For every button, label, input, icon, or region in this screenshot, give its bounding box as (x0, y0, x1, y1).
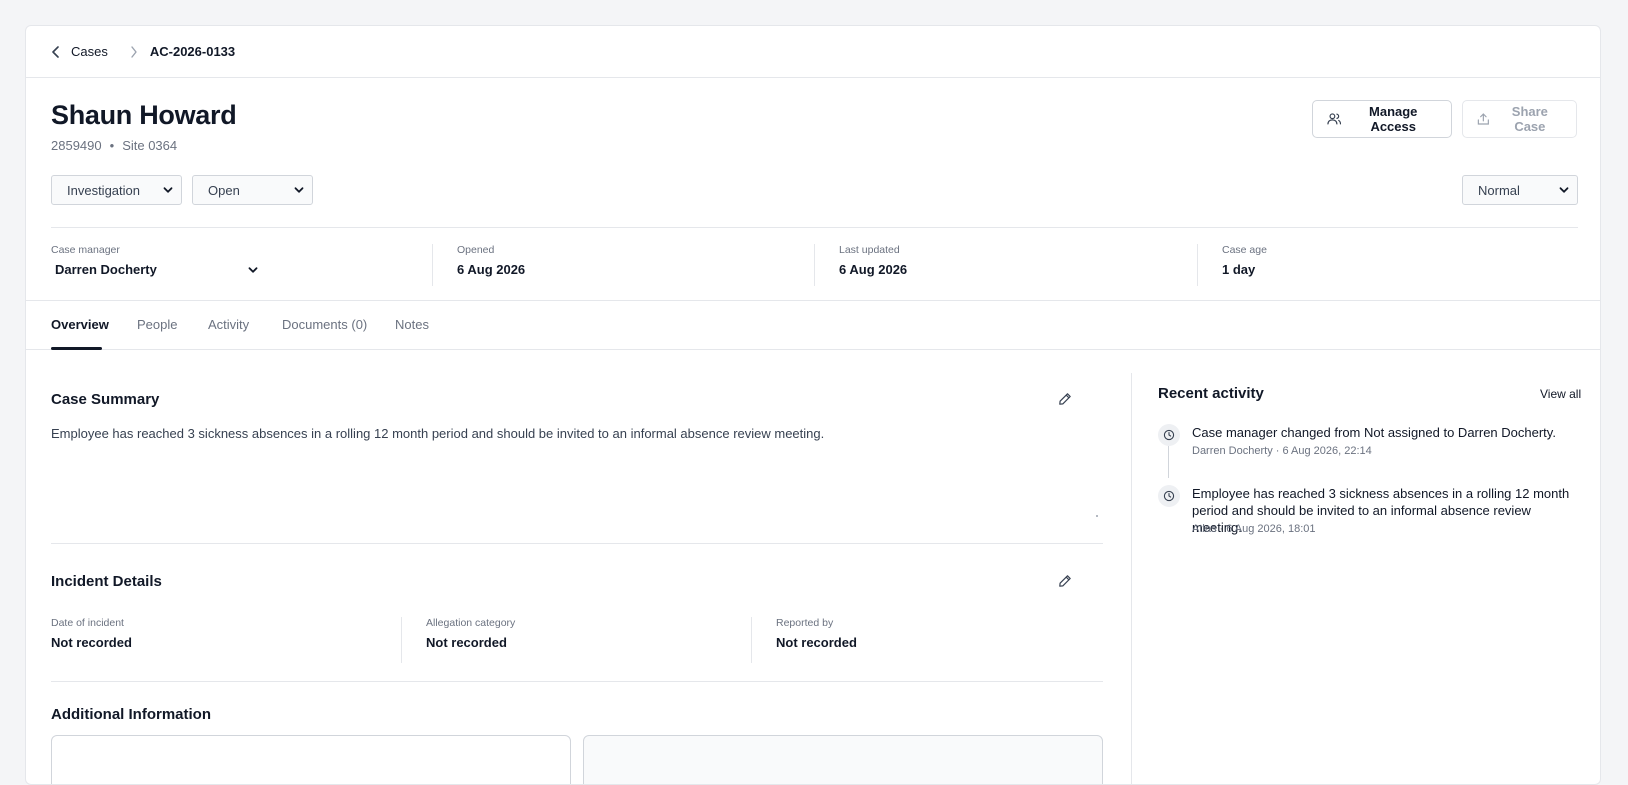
view-all-link[interactable]: View all (1540, 387, 1581, 401)
activity-meta: Atlas · 6 Aug 2026, 18:01 (1192, 523, 1316, 535)
employee-id: 2859490 (51, 138, 102, 153)
tab-documents[interactable]: Documents (0) (282, 317, 367, 332)
activity-text: Case manager changed from Not assigned t… (1192, 425, 1556, 440)
users-icon (1327, 113, 1342, 125)
incident-date-field: Date of incident Not recorded (51, 617, 402, 663)
reported-by-value: Not recorded (776, 635, 857, 650)
back-to-cases-link[interactable]: Cases (51, 44, 108, 59)
share-case-label: Share Case (1511, 104, 1548, 134)
employee-name: Shaun Howard (51, 100, 237, 130)
allegation-category-value: Not recorded (426, 635, 507, 650)
allegation-category-field: Allegation category Not recorded (402, 617, 752, 663)
incident-divider (51, 681, 1103, 682)
recent-activity-title: Recent activity (1158, 385, 1264, 402)
tab-notes[interactable]: Notes (395, 317, 429, 332)
last-updated-label: Last updated (839, 244, 900, 256)
incident-details-title: Incident Details (51, 573, 162, 590)
tab-people[interactable]: People (137, 317, 177, 332)
pencil-icon[interactable] (1058, 392, 1072, 406)
chevron-down-icon (248, 266, 258, 273)
chevron-right-icon (130, 45, 138, 58)
incident-date-label: Date of incident (51, 617, 124, 629)
share-case-button[interactable]: Share Case (1462, 100, 1577, 138)
manage-access-label: Manage Access (1369, 104, 1418, 134)
clock-icon (1158, 485, 1180, 507)
case-status-select[interactable]: Open (192, 175, 313, 205)
breadcrumb-cases[interactable]: Cases (71, 44, 108, 59)
tab-overview[interactable]: Overview (51, 317, 109, 332)
employee-meta: 2859490 • Site 0364 (51, 138, 177, 153)
case-status-value: Open (208, 182, 240, 198)
summary-divider (51, 543, 1103, 544)
case-age-value: 1 day (1222, 262, 1256, 277)
breadcrumb: Cases AC-2026-0133 (26, 26, 1600, 78)
breadcrumb-current: AC-2026-0133 (149, 44, 236, 59)
stat-case-manager: Case manager Darren Docherty (51, 244, 433, 286)
chevron-left-icon (52, 45, 59, 58)
case-tabs: Overview People Activity Documents (0) N… (26, 300, 1600, 350)
opened-value: 6 Aug 2026 (457, 262, 526, 277)
timeline-connector (1168, 446, 1169, 478)
tab-activity[interactable]: Activity (208, 317, 249, 332)
allegation-category-label: Allegation category (426, 617, 516, 629)
additional-info-title: Additional Information (51, 706, 211, 723)
additional-info-card (51, 735, 571, 784)
pencil-icon[interactable] (1058, 574, 1072, 588)
stat-last-updated: Last updated 6 Aug 2026 (815, 244, 1198, 286)
case-type-select[interactable]: Investigation (51, 175, 182, 205)
meta-separator: • (109, 138, 115, 153)
chevron-down-icon (294, 187, 304, 193)
reported-by-field: Reported by Not recorded (752, 617, 1103, 663)
case-summary-title: Case Summary (51, 391, 160, 408)
case-age-label: Case age (1222, 244, 1267, 256)
incident-date-value: Not recorded (51, 635, 132, 650)
clock-icon (1158, 424, 1180, 446)
stat-case-age: Case age 1 day (1198, 244, 1578, 286)
opened-label: Opened (457, 244, 495, 256)
stat-opened: Opened 6 Aug 2026 (433, 244, 815, 286)
resize-handle[interactable] (1096, 515, 1098, 517)
reported-by-label: Reported by (776, 617, 834, 629)
employee-site: Site 0364 (122, 138, 178, 153)
incident-fields: Date of incident Not recorded Allegation… (51, 617, 1103, 663)
column-divider (1131, 373, 1132, 784)
case-manager-value: Darren Docherty (55, 262, 157, 277)
additional-info-card (583, 735, 1103, 784)
priority-value: Normal (1478, 182, 1520, 198)
overview-panel: Case Summary Employee has reached 3 sick… (26, 351, 1600, 784)
case-manager-label: Case manager (51, 244, 120, 256)
chevron-down-icon (163, 187, 173, 193)
priority-select[interactable]: Normal (1462, 175, 1578, 205)
case-stats: Case manager Darren Docherty Opened 6 Au… (51, 244, 1578, 286)
upload-icon (1477, 113, 1489, 125)
manage-access-button[interactable]: Manage Access (1312, 100, 1452, 138)
activity-meta: Darren Docherty · 6 Aug 2026, 22:14 (1192, 445, 1372, 457)
chevron-down-icon (1559, 187, 1569, 193)
last-updated-value: 6 Aug 2026 (839, 262, 908, 277)
case-summary-text: Employee has reached 3 sickness absences… (51, 426, 825, 441)
case-card: Cases AC-2026-0133 Shaun Howard 2859490 … (25, 25, 1601, 785)
header-divider (51, 227, 1578, 228)
active-tab-indicator (51, 347, 102, 350)
case-type-value: Investigation (67, 182, 140, 198)
case-manager-select[interactable]: Darren Docherty (51, 262, 258, 277)
